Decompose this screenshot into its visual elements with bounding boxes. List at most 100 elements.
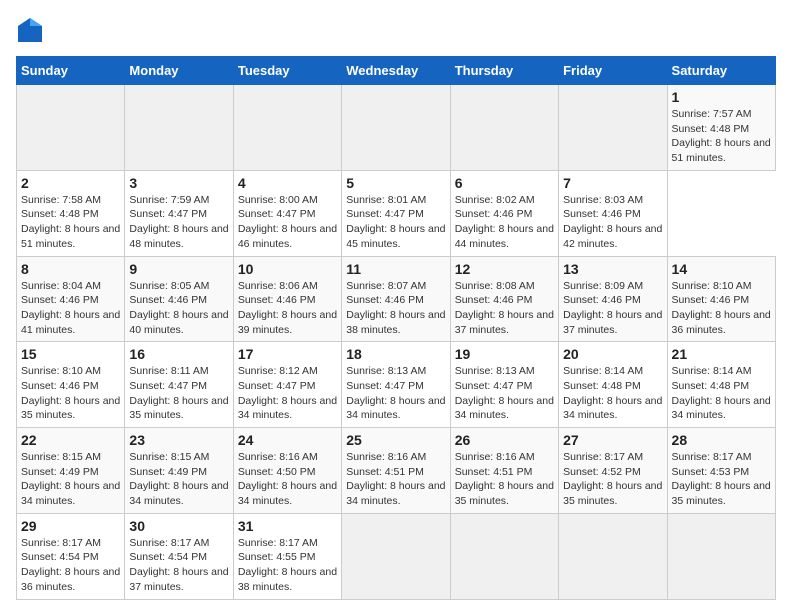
day-detail: Sunrise: 8:01 AMSunset: 4:47 PMDaylight:… — [346, 194, 445, 250]
day-number: 7 — [563, 175, 662, 191]
day-number: 24 — [238, 432, 337, 448]
day-number: 6 — [455, 175, 554, 191]
calendar-day-21: 21 Sunrise: 8:14 AMSunset: 4:48 PMDaylig… — [667, 342, 775, 428]
empty-cell — [233, 85, 341, 171]
day-header-monday: Monday — [125, 57, 233, 85]
day-detail: Sunrise: 8:10 AMSunset: 4:46 PMDaylight:… — [21, 365, 120, 421]
calendar-day-11: 11 Sunrise: 8:07 AMSunset: 4:46 PMDaylig… — [342, 256, 450, 342]
calendar-day-13: 13 Sunrise: 8:09 AMSunset: 4:46 PMDaylig… — [559, 256, 667, 342]
day-header-saturday: Saturday — [667, 57, 775, 85]
calendar-day-22: 22 Sunrise: 8:15 AMSunset: 4:49 PMDaylig… — [17, 428, 125, 514]
calendar-day-16: 16 Sunrise: 8:11 AMSunset: 4:47 PMDaylig… — [125, 342, 233, 428]
day-detail: Sunrise: 8:13 AMSunset: 4:47 PMDaylight:… — [346, 365, 445, 421]
day-detail: Sunrise: 8:06 AMSunset: 4:46 PMDaylight:… — [238, 280, 337, 336]
day-detail: Sunrise: 7:59 AMSunset: 4:47 PMDaylight:… — [129, 194, 228, 250]
day-detail: Sunrise: 8:16 AMSunset: 4:50 PMDaylight:… — [238, 451, 337, 507]
day-detail: Sunrise: 8:14 AMSunset: 4:48 PMDaylight:… — [563, 365, 662, 421]
day-number: 18 — [346, 346, 445, 362]
day-header-wednesday: Wednesday — [342, 57, 450, 85]
empty-cell — [342, 513, 450, 599]
calendar-day-24: 24 Sunrise: 8:16 AMSunset: 4:50 PMDaylig… — [233, 428, 341, 514]
calendar-day-17: 17 Sunrise: 8:12 AMSunset: 4:47 PMDaylig… — [233, 342, 341, 428]
empty-cell — [17, 85, 125, 171]
day-number: 28 — [672, 432, 771, 448]
day-header-tuesday: Tuesday — [233, 57, 341, 85]
day-detail: Sunrise: 8:11 AMSunset: 4:47 PMDaylight:… — [129, 365, 228, 421]
calendar-day-25: 25 Sunrise: 8:16 AMSunset: 4:51 PMDaylig… — [342, 428, 450, 514]
day-detail: Sunrise: 8:17 AMSunset: 4:54 PMDaylight:… — [129, 537, 228, 593]
day-number: 27 — [563, 432, 662, 448]
calendar-day-7: 7 Sunrise: 8:03 AMSunset: 4:46 PMDayligh… — [559, 170, 667, 256]
day-detail: Sunrise: 8:16 AMSunset: 4:51 PMDaylight:… — [346, 451, 445, 507]
logo-icon — [16, 16, 44, 44]
empty-cell — [667, 513, 775, 599]
calendar-day-9: 9 Sunrise: 8:05 AMSunset: 4:46 PMDayligh… — [125, 256, 233, 342]
calendar-day-5: 5 Sunrise: 8:01 AMSunset: 4:47 PMDayligh… — [342, 170, 450, 256]
day-detail: Sunrise: 8:04 AMSunset: 4:46 PMDaylight:… — [21, 280, 120, 336]
day-number: 1 — [672, 89, 771, 105]
day-detail: Sunrise: 8:14 AMSunset: 4:48 PMDaylight:… — [672, 365, 771, 421]
calendar-day-30: 30 Sunrise: 8:17 AMSunset: 4:54 PMDaylig… — [125, 513, 233, 599]
day-header-friday: Friday — [559, 57, 667, 85]
day-number: 15 — [21, 346, 120, 362]
calendar-day-20: 20 Sunrise: 8:14 AMSunset: 4:48 PMDaylig… — [559, 342, 667, 428]
calendar-day-14: 14 Sunrise: 8:10 AMSunset: 4:46 PMDaylig… — [667, 256, 775, 342]
day-number: 14 — [672, 261, 771, 277]
calendar-day-8: 8 Sunrise: 8:04 AMSunset: 4:46 PMDayligh… — [17, 256, 125, 342]
day-number: 29 — [21, 518, 120, 534]
calendar-day-6: 6 Sunrise: 8:02 AMSunset: 4:46 PMDayligh… — [450, 170, 558, 256]
calendar-day-2: 2 Sunrise: 7:58 AMSunset: 4:48 PMDayligh… — [17, 170, 125, 256]
calendar-day-18: 18 Sunrise: 8:13 AMSunset: 4:47 PMDaylig… — [342, 342, 450, 428]
calendar-day-27: 27 Sunrise: 8:17 AMSunset: 4:52 PMDaylig… — [559, 428, 667, 514]
calendar-day-29: 29 Sunrise: 8:17 AMSunset: 4:54 PMDaylig… — [17, 513, 125, 599]
calendar-day-19: 19 Sunrise: 8:13 AMSunset: 4:47 PMDaylig… — [450, 342, 558, 428]
day-number: 30 — [129, 518, 228, 534]
empty-cell — [450, 85, 558, 171]
calendar-week-1: 1 Sunrise: 7:57 AMSunset: 4:48 PMDayligh… — [17, 85, 776, 171]
day-number: 16 — [129, 346, 228, 362]
day-number: 19 — [455, 346, 554, 362]
day-number: 31 — [238, 518, 337, 534]
empty-cell — [559, 513, 667, 599]
empty-cell — [450, 513, 558, 599]
day-header-sunday: Sunday — [17, 57, 125, 85]
calendar-week-3: 8 Sunrise: 8:04 AMSunset: 4:46 PMDayligh… — [17, 256, 776, 342]
calendar-week-5: 22 Sunrise: 8:15 AMSunset: 4:49 PMDaylig… — [17, 428, 776, 514]
calendar-week-2: 2 Sunrise: 7:58 AMSunset: 4:48 PMDayligh… — [17, 170, 776, 256]
day-detail: Sunrise: 8:09 AMSunset: 4:46 PMDaylight:… — [563, 280, 662, 336]
empty-cell — [559, 85, 667, 171]
day-detail: Sunrise: 8:17 AMSunset: 4:55 PMDaylight:… — [238, 537, 337, 593]
day-detail: Sunrise: 8:17 AMSunset: 4:54 PMDaylight:… — [21, 537, 120, 593]
empty-cell — [342, 85, 450, 171]
day-detail: Sunrise: 8:02 AMSunset: 4:46 PMDaylight:… — [455, 194, 554, 250]
day-detail: Sunrise: 8:07 AMSunset: 4:46 PMDaylight:… — [346, 280, 445, 336]
logo — [16, 16, 48, 44]
day-detail: Sunrise: 8:00 AMSunset: 4:47 PMDaylight:… — [238, 194, 337, 250]
calendar-day-23: 23 Sunrise: 8:15 AMSunset: 4:49 PMDaylig… — [125, 428, 233, 514]
day-number: 23 — [129, 432, 228, 448]
day-detail: Sunrise: 8:08 AMSunset: 4:46 PMDaylight:… — [455, 280, 554, 336]
day-detail: Sunrise: 8:03 AMSunset: 4:46 PMDaylight:… — [563, 194, 662, 250]
day-number: 17 — [238, 346, 337, 362]
day-detail: Sunrise: 7:58 AMSunset: 4:48 PMDaylight:… — [21, 194, 120, 250]
day-number: 22 — [21, 432, 120, 448]
day-detail: Sunrise: 8:16 AMSunset: 4:51 PMDaylight:… — [455, 451, 554, 507]
day-number: 8 — [21, 261, 120, 277]
day-number: 5 — [346, 175, 445, 191]
calendar-week-6: 29 Sunrise: 8:17 AMSunset: 4:54 PMDaylig… — [17, 513, 776, 599]
day-number: 12 — [455, 261, 554, 277]
day-number: 3 — [129, 175, 228, 191]
day-number: 25 — [346, 432, 445, 448]
calendar-day-15: 15 Sunrise: 8:10 AMSunset: 4:46 PMDaylig… — [17, 342, 125, 428]
calendar-day-26: 26 Sunrise: 8:16 AMSunset: 4:51 PMDaylig… — [450, 428, 558, 514]
calendar-day-4: 4 Sunrise: 8:00 AMSunset: 4:47 PMDayligh… — [233, 170, 341, 256]
calendar-table: SundayMondayTuesdayWednesdayThursdayFrid… — [16, 56, 776, 600]
calendar-day-12: 12 Sunrise: 8:08 AMSunset: 4:46 PMDaylig… — [450, 256, 558, 342]
day-detail: Sunrise: 8:13 AMSunset: 4:47 PMDaylight:… — [455, 365, 554, 421]
day-number: 11 — [346, 261, 445, 277]
day-detail: Sunrise: 8:15 AMSunset: 4:49 PMDaylight:… — [21, 451, 120, 507]
day-detail: Sunrise: 8:05 AMSunset: 4:46 PMDaylight:… — [129, 280, 228, 336]
day-number: 26 — [455, 432, 554, 448]
day-number: 9 — [129, 261, 228, 277]
calendar-day-28: 28 Sunrise: 8:17 AMSunset: 4:53 PMDaylig… — [667, 428, 775, 514]
